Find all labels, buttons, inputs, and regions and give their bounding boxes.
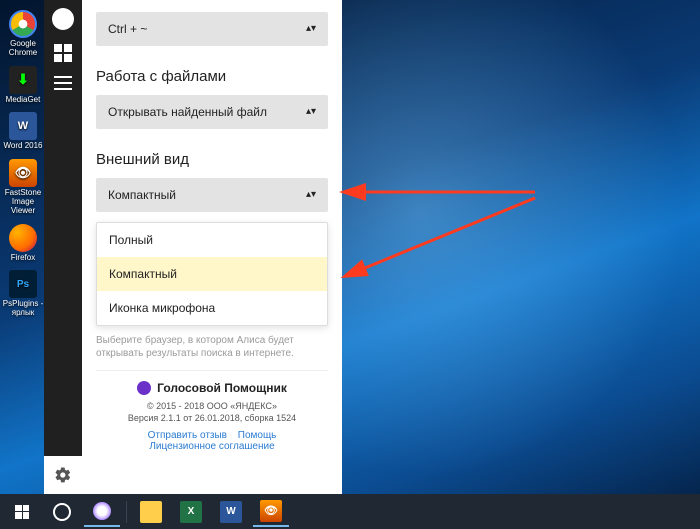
chevron-updown-icon: ▴▾: [306, 24, 316, 34]
version-text: Версия 2.1.1 от 26.01.2018, сборка 1524: [96, 413, 328, 425]
desktop-icon-word[interactable]: Word 2016: [2, 112, 44, 151]
appearance-option-mic-icon[interactable]: Иконка микрофона: [97, 291, 327, 325]
desktop-icon-label: Word 2016: [4, 141, 43, 150]
feedback-link[interactable]: Отправить отзыв: [148, 430, 227, 441]
firefox-icon: [9, 224, 37, 252]
windows-logo-icon: [15, 505, 29, 519]
appearance-section-title: Внешний вид: [96, 151, 328, 168]
taskbar-separator: [126, 501, 127, 523]
desktop-icon-label: Firefox: [11, 253, 35, 262]
assistant-side-strip: [44, 0, 82, 494]
desktop-icon-label: PsPlugins - ярлык: [3, 299, 43, 317]
appearance-option-compact[interactable]: Компактный: [97, 257, 327, 291]
menu-icon[interactable]: [54, 76, 72, 90]
eye-icon: [260, 500, 282, 522]
assistant-logo-icon[interactable]: [52, 8, 74, 30]
files-action-select[interactable]: Открывать найденный файл ▴▾: [96, 95, 328, 129]
files-section-title: Работа с файлами: [96, 68, 328, 85]
desktop-icon-firefox[interactable]: Firefox: [2, 224, 44, 263]
footer-title: Голосовой Помощник: [157, 381, 287, 395]
photoshop-icon: [9, 270, 37, 298]
hotkey-select[interactable]: Ctrl + ~ ▴▾: [96, 12, 328, 46]
word-icon: [220, 501, 242, 523]
chevron-updown-icon: ▴▾: [306, 190, 316, 200]
excel-icon: [180, 501, 202, 523]
chrome-icon: [9, 10, 37, 38]
appearance-value: Компактный: [108, 188, 176, 202]
appearance-select[interactable]: Компактный ▴▾: [96, 178, 328, 212]
taskbar-word[interactable]: [213, 497, 249, 527]
desktop-icon-chrome[interactable]: Google Chrome: [2, 10, 44, 58]
panel-footer: Голосовой Помощник © 2015 - 2018 ООО «ЯН…: [96, 370, 328, 452]
folder-icon: [140, 501, 162, 523]
start-button[interactable]: [4, 497, 40, 527]
word-icon: [9, 112, 37, 140]
desktop-icon-label: FastStone Image Viewer: [5, 188, 41, 215]
desktop-icon-label: MediaGet: [6, 95, 41, 104]
copyright-text: © 2015 - 2018 ООО «ЯНДЕКС»: [96, 401, 328, 413]
assistant-icon: [93, 502, 111, 520]
help-link[interactable]: Помощь: [238, 430, 277, 441]
desktop-icon-faststone[interactable]: FastStone Image Viewer: [2, 159, 44, 215]
desktop-icon-psplugins[interactable]: PsPlugins - ярлык: [2, 270, 44, 318]
appearance-dropdown: Полный Компактный Иконка микрофона: [96, 222, 328, 326]
taskbar-assistant[interactable]: [84, 497, 120, 527]
eye-icon: [9, 159, 37, 187]
circle-icon: [53, 503, 71, 521]
cortana-button[interactable]: [44, 497, 80, 527]
license-link[interactable]: Лицензионное соглашение: [149, 441, 274, 452]
chevron-updown-icon: ▴▾: [306, 107, 316, 117]
gear-icon: [54, 466, 72, 484]
taskbar-faststone[interactable]: [253, 497, 289, 527]
appearance-option-full[interactable]: Полный: [97, 223, 327, 257]
taskbar: [0, 494, 700, 529]
browser-hint-text: Выберите браузер, в котором Алиса будет …: [96, 334, 328, 360]
desktop-icons: Google Chrome MediaGet Word 2016 FastSto…: [2, 10, 44, 318]
desktop-icon-mediaget[interactable]: MediaGet: [2, 66, 44, 105]
files-action-value: Открывать найденный файл: [108, 105, 267, 119]
settings-panel: Ctrl + ~ ▴▾ Работа с файлами Открывать н…: [82, 0, 342, 494]
hotkey-value: Ctrl + ~: [108, 22, 147, 36]
desktop-icon-label: Google Chrome: [9, 39, 37, 57]
download-icon: [9, 66, 37, 94]
settings-button[interactable]: [44, 456, 82, 494]
apps-grid-icon[interactable]: [54, 44, 72, 62]
assistant-dot-icon: [137, 381, 151, 395]
taskbar-excel[interactable]: [173, 497, 209, 527]
taskbar-explorer[interactable]: [133, 497, 169, 527]
